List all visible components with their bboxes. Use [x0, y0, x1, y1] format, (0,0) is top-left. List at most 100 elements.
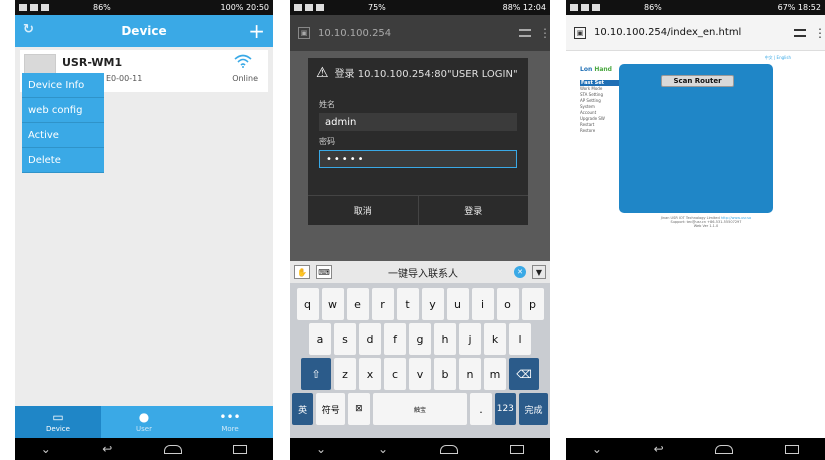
key-j[interactable]: j	[459, 323, 481, 355]
import-contacts-button[interactable]: 一键导入联系人	[338, 265, 508, 280]
key-n[interactable]: n	[459, 358, 481, 390]
status-bar: 86% 67% 18:52	[566, 0, 825, 15]
notification-icon	[41, 4, 49, 11]
hand-icon[interactable]: ✋	[294, 265, 310, 279]
key-g[interactable]: g	[409, 323, 431, 355]
key-v[interactable]: v	[409, 358, 431, 390]
key-w[interactable]: w	[321, 288, 344, 320]
menu-item-web-config[interactable]: web config	[22, 98, 104, 123]
key-q[interactable]: q	[296, 288, 319, 320]
keyboard-row: ⇧ z x c v b n m ⌫	[292, 358, 548, 390]
key-i[interactable]: i	[471, 288, 494, 320]
language-links[interactable]: 中文 | English	[765, 55, 791, 61]
key-c[interactable]: c	[384, 358, 406, 390]
username-label: 姓名	[319, 100, 335, 109]
soft-keyboard: qwertyuiop asdfghjkl ⇧ z x c v b n m ⌫ 英 符号 ⊠ 触…	[290, 283, 550, 438]
space-key[interactable]: 触宝	[372, 393, 468, 425]
language-key[interactable]: 英	[292, 393, 314, 425]
dialog-title: ⚠ 登录 10.10.100.254:80"USER LOGIN"	[308, 58, 528, 94]
input-switch-key[interactable]: ⊠	[348, 393, 370, 425]
tabs-icon[interactable]	[519, 29, 531, 37]
tab-more[interactable]: ••• More	[187, 406, 273, 438]
notification-icon	[592, 4, 600, 11]
key-l[interactable]: l	[509, 323, 531, 355]
symbols-key[interactable]: 符号	[316, 393, 346, 425]
chevron-down-icon[interactable]: ⌄	[316, 442, 326, 456]
scan-router-button[interactable]: Scan Router	[661, 75, 734, 87]
back-icon[interactable]: ⌄	[378, 442, 388, 456]
key-m[interactable]: m	[484, 358, 506, 390]
key-y[interactable]: y	[421, 288, 444, 320]
phone-screen-login: 75% 88% 12:04 ▣ 10.10.100.254 ⋮ ⚠ 登录 10.…	[290, 0, 550, 460]
page-icon: ▣	[574, 26, 586, 39]
key-u[interactable]: u	[446, 288, 469, 320]
menu-item-delete[interactable]: Delete	[22, 148, 104, 173]
keyboard-layout-icon[interactable]: ⌨	[316, 265, 332, 279]
page-footer: Jinan USR IOT Technology Limited http://…	[656, 216, 756, 228]
key-z[interactable]: z	[334, 358, 356, 390]
chevron-down-icon[interactable]: ⌄	[592, 442, 602, 456]
recent-apps-icon[interactable]	[233, 444, 248, 454]
chevron-down-icon[interactable]: ⌄	[41, 442, 51, 456]
recent-apps-icon[interactable]	[510, 444, 525, 454]
tab-device[interactable]: ▭ Device	[15, 406, 101, 438]
overflow-menu-icon[interactable]: ⋮	[814, 26, 825, 40]
tab-label: Device	[46, 425, 70, 433]
password-input[interactable]: •••••	[319, 150, 517, 168]
key-t[interactable]: t	[396, 288, 419, 320]
key-r[interactable]: r	[371, 288, 394, 320]
dot-key[interactable]: .	[470, 393, 492, 425]
bottom-tab-bar: ▭ Device ● User ••• More	[15, 406, 273, 438]
refresh-icon[interactable]: ↻	[23, 22, 34, 37]
cancel-button[interactable]: 取消	[308, 196, 418, 225]
key-k[interactable]: k	[484, 323, 506, 355]
key-d[interactable]: d	[359, 323, 381, 355]
notification-icon	[305, 4, 313, 11]
browser-url-bar: ▣ 10.10.100.254 ⋮	[290, 15, 550, 51]
overflow-menu-icon[interactable]: ⋮	[539, 26, 550, 40]
shift-key[interactable]: ⇧	[301, 358, 331, 390]
key-h[interactable]: h	[434, 323, 456, 355]
key-e[interactable]: e	[346, 288, 369, 320]
page-icon: ▣	[298, 27, 310, 39]
add-device-icon[interactable]: +	[248, 19, 265, 43]
menu-item-device-info[interactable]: Device Info	[22, 73, 104, 98]
browser-url-bar: ▣ 10.10.100.254/index_en.html ⋮	[566, 15, 825, 51]
key-a[interactable]: a	[309, 323, 331, 355]
home-icon[interactable]	[715, 444, 734, 454]
recent-apps-icon[interactable]	[785, 444, 800, 454]
keyboard-row: qwertyuiop	[292, 288, 548, 320]
key-p[interactable]: p	[521, 288, 544, 320]
url-field[interactable]: 10.10.100.254	[318, 28, 511, 39]
key-s[interactable]: s	[334, 323, 356, 355]
numbers-key[interactable]: 123	[494, 393, 516, 425]
key-f[interactable]: f	[384, 323, 406, 355]
logo-part2: Hand	[594, 66, 612, 73]
back-icon[interactable]: ↩	[102, 442, 112, 456]
login-button[interactable]: 登录	[417, 196, 529, 225]
status-bar: 86% 100% 20:50	[15, 0, 273, 15]
url-field[interactable]: 10.10.100.254/index_en.html	[594, 27, 786, 38]
key-x[interactable]: x	[359, 358, 381, 390]
done-key[interactable]: 完成	[518, 393, 548, 425]
close-icon[interactable]: ✕	[514, 266, 526, 278]
key-b[interactable]: b	[434, 358, 456, 390]
menu-item-active[interactable]: Active	[22, 123, 104, 148]
tab-user[interactable]: ● User	[101, 406, 187, 438]
keyboard-toolbar: ✋ ⌨ 一键导入联系人 ✕ ▼	[290, 261, 550, 283]
battery-text: 86%	[644, 3, 662, 12]
hide-keyboard-icon[interactable]: ▼	[532, 265, 546, 279]
home-icon[interactable]	[163, 444, 182, 454]
tab-label: More	[221, 425, 239, 433]
username-input[interactable]: admin	[319, 113, 517, 131]
notification-icon	[30, 4, 38, 11]
back-icon[interactable]: ↩	[654, 442, 664, 456]
notification-icon	[581, 4, 589, 11]
backspace-key[interactable]: ⌫	[509, 358, 539, 390]
tabs-icon[interactable]	[794, 28, 806, 37]
home-icon[interactable]	[440, 444, 459, 454]
key-o[interactable]: o	[496, 288, 519, 320]
status-bar: 75% 88% 12:04	[290, 0, 550, 15]
system-nav-bar: ⌄ ⌄	[290, 438, 550, 460]
config-panel: Scan Router	[619, 64, 773, 213]
